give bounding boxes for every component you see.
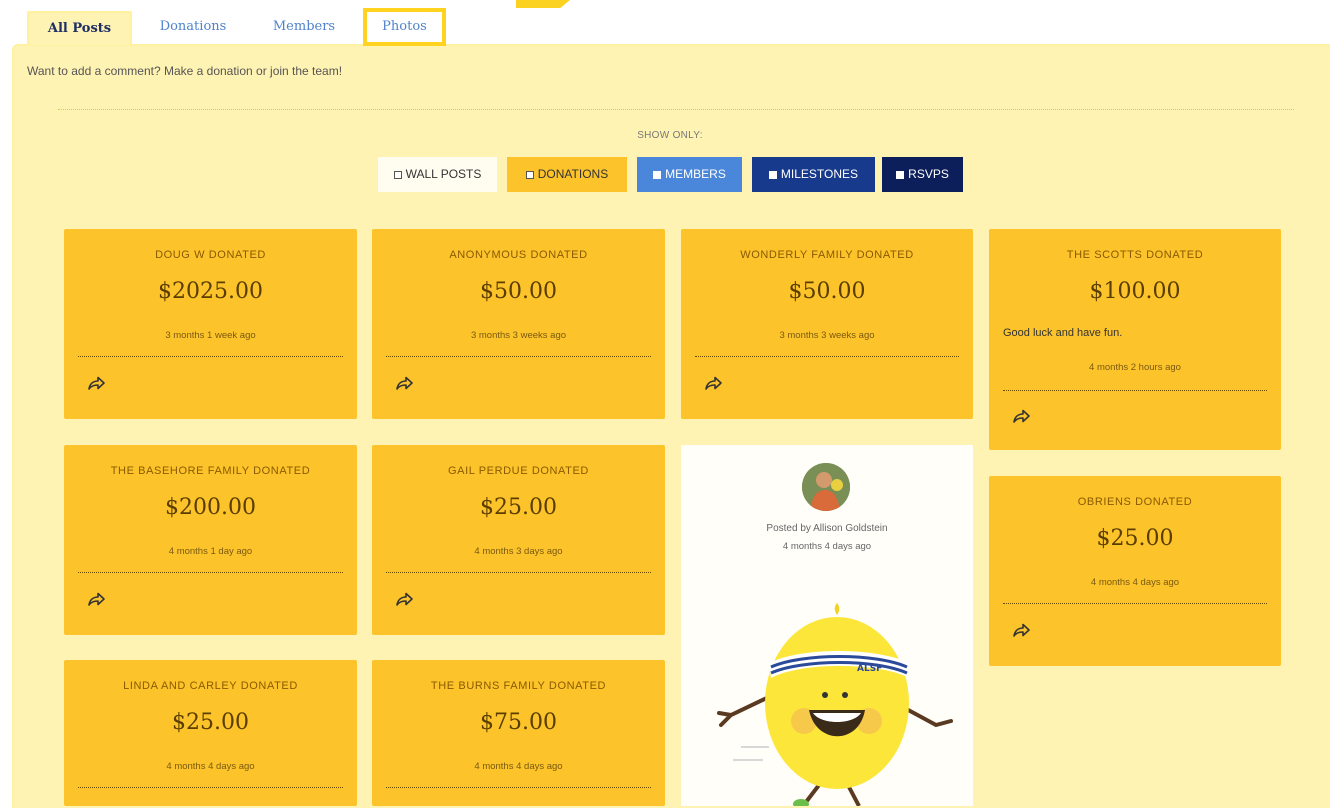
share-arrow-icon[interactable] (1011, 620, 1031, 640)
donation-time: 4 months 1 day ago (168, 546, 253, 557)
donation-amount: $25.00 (1096, 526, 1174, 551)
card-divider (1003, 390, 1267, 391)
donation-card: THE BURNS FAMILY DONATED $75.00 4 months… (372, 660, 665, 806)
donor-name: THE BASEHORE FAMILY DONATED (110, 465, 311, 477)
checkbox-icon (393, 171, 402, 179)
donation-time: 4 months 3 days ago (474, 546, 563, 557)
filter-milestones[interactable]: MILESTONES (752, 157, 875, 192)
donation-time: 3 months 3 weeks ago (779, 330, 875, 341)
donation-card: THE BASEHORE FAMILY DONATED $200.00 4 mo… (64, 445, 357, 635)
tab-photos[interactable]: Photos (363, 8, 446, 46)
filter-label: MEMBERS (665, 167, 726, 181)
share-arrow-icon[interactable] (394, 373, 414, 393)
comment-prompt: Want to add a comment? Make a donation o… (27, 64, 343, 78)
checkbox-icon (768, 171, 777, 179)
section-divider (58, 109, 1294, 110)
share-arrow-icon[interactable] (1011, 406, 1031, 426)
donation-time: 4 months 4 days ago (166, 761, 255, 772)
filter-label: MILESTONES (780, 167, 859, 181)
share-arrow-icon[interactable] (394, 589, 414, 609)
post-tabs: All Posts Donations Members Photos (0, 0, 1330, 46)
donation-time: 3 months 3 weeks ago (470, 330, 567, 341)
card-divider (386, 572, 651, 573)
filter-rsvps[interactable]: RSVPS (882, 157, 963, 192)
card-divider (695, 356, 959, 357)
donation-time: 4 months 4 days ago (1090, 577, 1180, 588)
filter-label: RSVPS (908, 167, 949, 181)
filter-members[interactable]: MEMBERS (637, 157, 742, 192)
filter-label: DONATIONS (537, 167, 609, 181)
donor-name: ANONYMOUS DONATED (449, 249, 588, 261)
donor-name: GAIL PERDUE DONATED (448, 465, 589, 477)
checkbox-icon (896, 171, 905, 179)
share-arrow-icon[interactable] (86, 589, 106, 609)
filter-wall-posts[interactable]: WALL POSTS (378, 157, 497, 192)
filter-label: WALL POSTS (405, 167, 482, 181)
donor-name: WONDERLY FAMILY DONATED (740, 249, 914, 261)
checkbox-icon (653, 171, 662, 179)
tab-all-posts[interactable]: All Posts (27, 11, 132, 45)
donor-name: THE SCOTTS DONATED (1066, 249, 1204, 261)
donation-amount: $200.00 (165, 495, 256, 520)
tab-donations[interactable]: Donations (143, 11, 243, 43)
share-arrow-icon[interactable] (703, 373, 723, 393)
photo-post-card[interactable]: Posted by Allison Goldstein 4 months 4 d… (681, 445, 973, 806)
post-time: 4 months 4 days ago (782, 541, 872, 552)
show-only-label: SHOW ONLY: (637, 130, 703, 141)
checkbox-icon (525, 171, 534, 179)
tab-members[interactable]: Members (256, 11, 352, 43)
card-divider (78, 572, 343, 573)
donation-card: THE SCOTTS DONATED $100.00 Good luck and… (989, 229, 1281, 450)
posted-by: Posted by Allison Goldstein (766, 523, 888, 534)
donation-message: Good luck and have fun. (1003, 327, 1123, 339)
donation-amount: $75.00 (480, 710, 557, 735)
donation-card: GAIL PERDUE DONATED $25.00 4 months 3 da… (372, 445, 665, 635)
donation-card: WONDERLY FAMILY DONATED $50.00 3 months … (681, 229, 973, 419)
donation-amount: $50.00 (788, 279, 866, 304)
headband-text: ALSF (857, 664, 882, 674)
card-divider (1003, 603, 1267, 604)
donor-name: DOUG W DONATED (155, 249, 266, 261)
filter-donations[interactable]: DONATIONS (507, 157, 627, 192)
donation-card: LINDA AND CARLEY DONATED $25.00 4 months… (64, 660, 357, 806)
donor-name: LINDA AND CARLEY DONATED (123, 680, 298, 692)
donation-amount: $50.00 (480, 279, 557, 304)
donation-time: 3 months 1 week ago (165, 330, 256, 341)
card-divider (386, 787, 651, 788)
donation-amount: $25.00 (480, 495, 557, 520)
donation-amount: $2025.00 (158, 279, 263, 304)
card-divider (78, 356, 343, 357)
donation-amount: $25.00 (172, 710, 249, 735)
donor-name: THE BURNS FAMILY DONATED (430, 680, 607, 692)
donation-amount: $100.00 (1089, 279, 1181, 304)
donation-card: ANONYMOUS DONATED $50.00 3 months 3 week… (372, 229, 665, 419)
avatar (802, 463, 850, 511)
card-divider (386, 356, 651, 357)
donation-card: OBRIENS DONATED $25.00 4 months 4 days a… (989, 476, 1281, 666)
donation-time: 4 months 4 days ago (474, 761, 563, 772)
share-arrow-icon[interactable] (86, 373, 106, 393)
donation-time: 4 months 2 hours ago (1089, 362, 1181, 373)
donation-card: DOUG W DONATED $2025.00 3 months 1 week … (64, 229, 357, 419)
lemon-mascot-image: ALSF (717, 603, 953, 806)
donor-name: OBRIENS DONATED (1077, 496, 1193, 508)
card-divider (78, 787, 343, 788)
